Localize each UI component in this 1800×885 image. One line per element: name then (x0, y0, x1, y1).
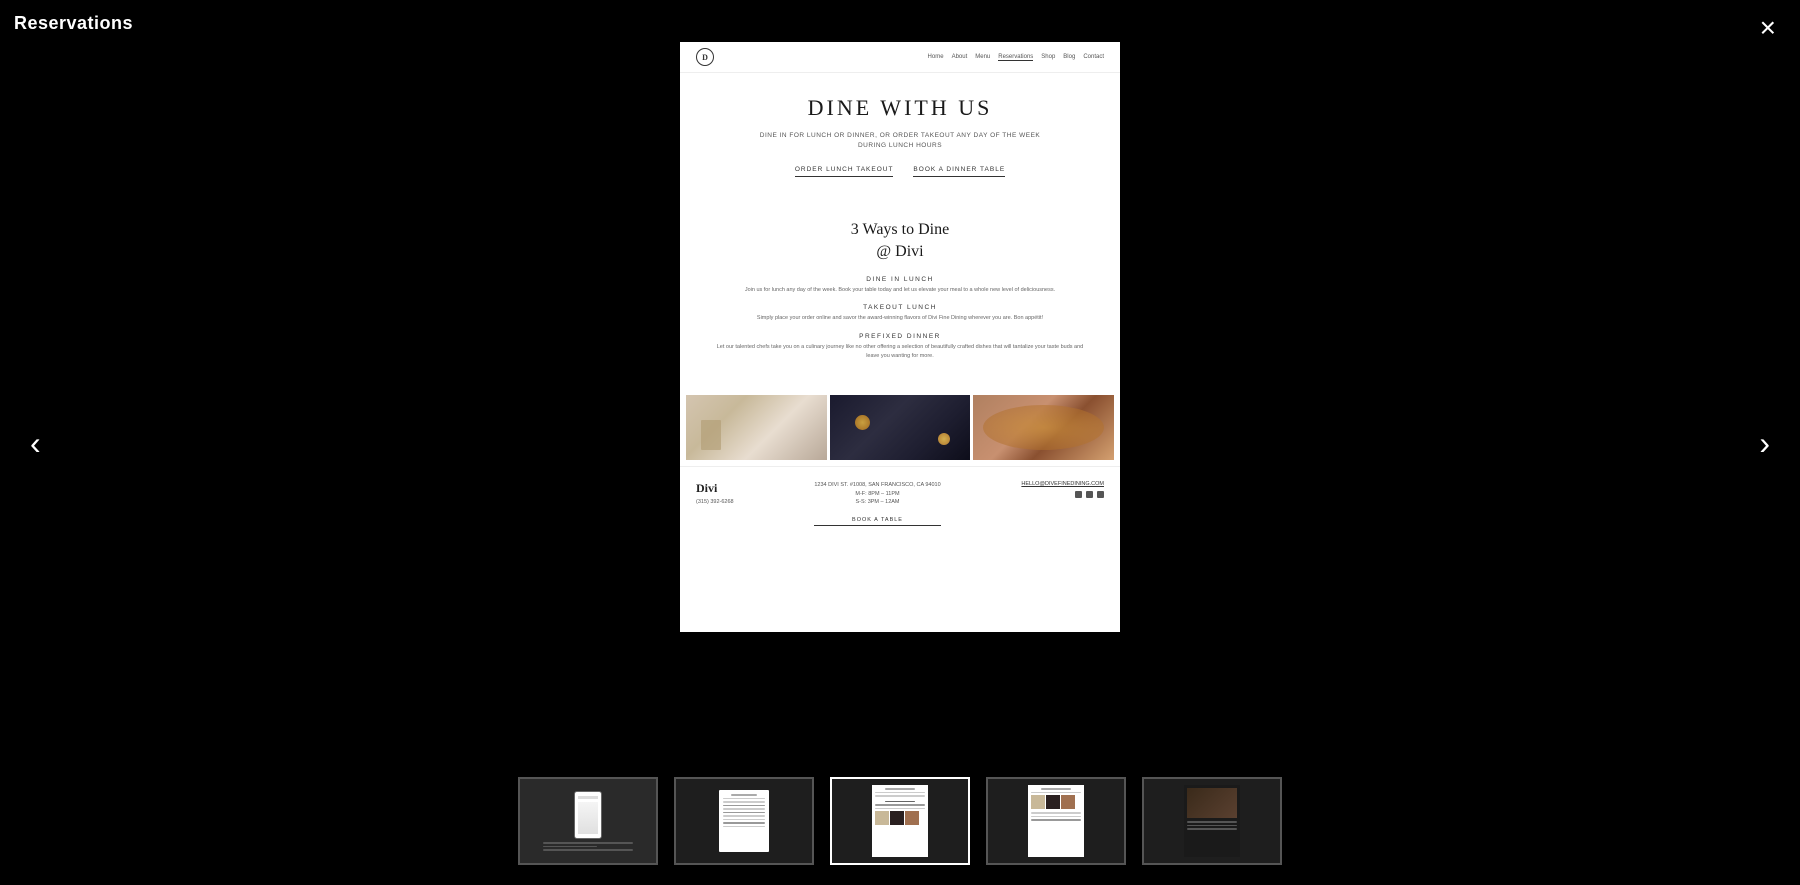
close-button[interactable]: × (1760, 14, 1776, 42)
order-lunch-btn[interactable]: ORDER LUNCH TAKEOUT (795, 166, 894, 177)
instagram-icon[interactable] (1097, 491, 1104, 498)
footer-social (1021, 491, 1104, 498)
hero-section: DINE WITH US DINE IN FOR LUNCH OR DINNER… (680, 73, 1120, 203)
next-arrow-button[interactable]: › (1739, 407, 1790, 479)
page-title: Reservations (14, 13, 133, 34)
thumbnail-1[interactable] (518, 777, 658, 865)
thumb-2-page (719, 790, 769, 852)
site-footer: Divi (315) 392-6268 1234 DIVI ST. #1008,… (680, 466, 1120, 540)
nav-blog[interactable]: Blog (1063, 54, 1075, 61)
prev-arrow-button[interactable]: ‹ (10, 407, 61, 479)
nav-shop[interactable]: Shop (1041, 54, 1055, 61)
nav-about[interactable]: About (952, 54, 968, 61)
thumbnail-2[interactable] (674, 777, 814, 865)
preview-content: D Home About Menu Reservations Shop Blog… (680, 42, 1120, 632)
thumbnail-5[interactable] (1142, 777, 1282, 865)
food-photo-1 (686, 395, 827, 460)
footer-address-col: 1234 DIVI ST. #1008, SAN FRANCISCO, CA 9… (814, 481, 940, 526)
footer-book-btn[interactable]: BOOK A TABLE (814, 517, 940, 526)
nav-menu[interactable]: Menu (975, 54, 990, 61)
hero-title: DINE WITH US (710, 95, 1090, 121)
thumbnail-strip (518, 777, 1282, 865)
thumbnail-4[interactable] (986, 777, 1126, 865)
ways-title: 3 Ways to Dine @ Divi (710, 219, 1090, 264)
thumb-5-content (1184, 785, 1240, 857)
footer-brand-col: Divi (315) 392-6268 (696, 481, 734, 505)
hero-subtitle: DINE IN FOR LUNCH OR DINNER, OR ORDER TA… (710, 131, 1090, 152)
ways-section: 3 Ways to Dine @ Divi DINE IN LUNCH Join… (680, 203, 1120, 387)
way-item-3: PREFIXED DINNER Let our talented chefs t… (710, 333, 1090, 361)
nav-contact[interactable]: Contact (1083, 54, 1104, 61)
footer-right-col: HELLO@DIVEFINEDINING.COM (1021, 481, 1104, 498)
nav-reservations[interactable]: Reservations (998, 54, 1033, 61)
nav-home[interactable]: Home (928, 54, 944, 61)
thumb-1-device (574, 791, 602, 839)
main-preview: D Home About Menu Reservations Shop Blog… (680, 42, 1120, 632)
site-nav: D Home About Menu Reservations Shop Blog… (680, 42, 1120, 73)
way-item-2: TAKEOUT LUNCH Simply place your order on… (710, 304, 1090, 323)
food-photo-2 (830, 395, 971, 460)
thumb-3-content (872, 785, 928, 857)
food-photo-3 (973, 395, 1114, 460)
site-nav-links: Home About Menu Reservations Shop Blog C… (928, 54, 1104, 61)
thumbnail-3[interactable] (830, 777, 970, 865)
thumb-4-content (1028, 785, 1084, 857)
photos-grid (680, 395, 1120, 460)
cta-buttons: ORDER LUNCH TAKEOUT BOOK A DINNER TABLE (710, 166, 1090, 177)
facebook-icon[interactable] (1075, 491, 1082, 498)
twitter-icon[interactable] (1086, 491, 1093, 498)
site-logo[interactable]: D (696, 48, 714, 66)
book-dinner-btn[interactable]: BOOK A DINNER TABLE (913, 166, 1005, 177)
way-item-1: DINE IN LUNCH Join us for lunch any day … (710, 276, 1090, 295)
